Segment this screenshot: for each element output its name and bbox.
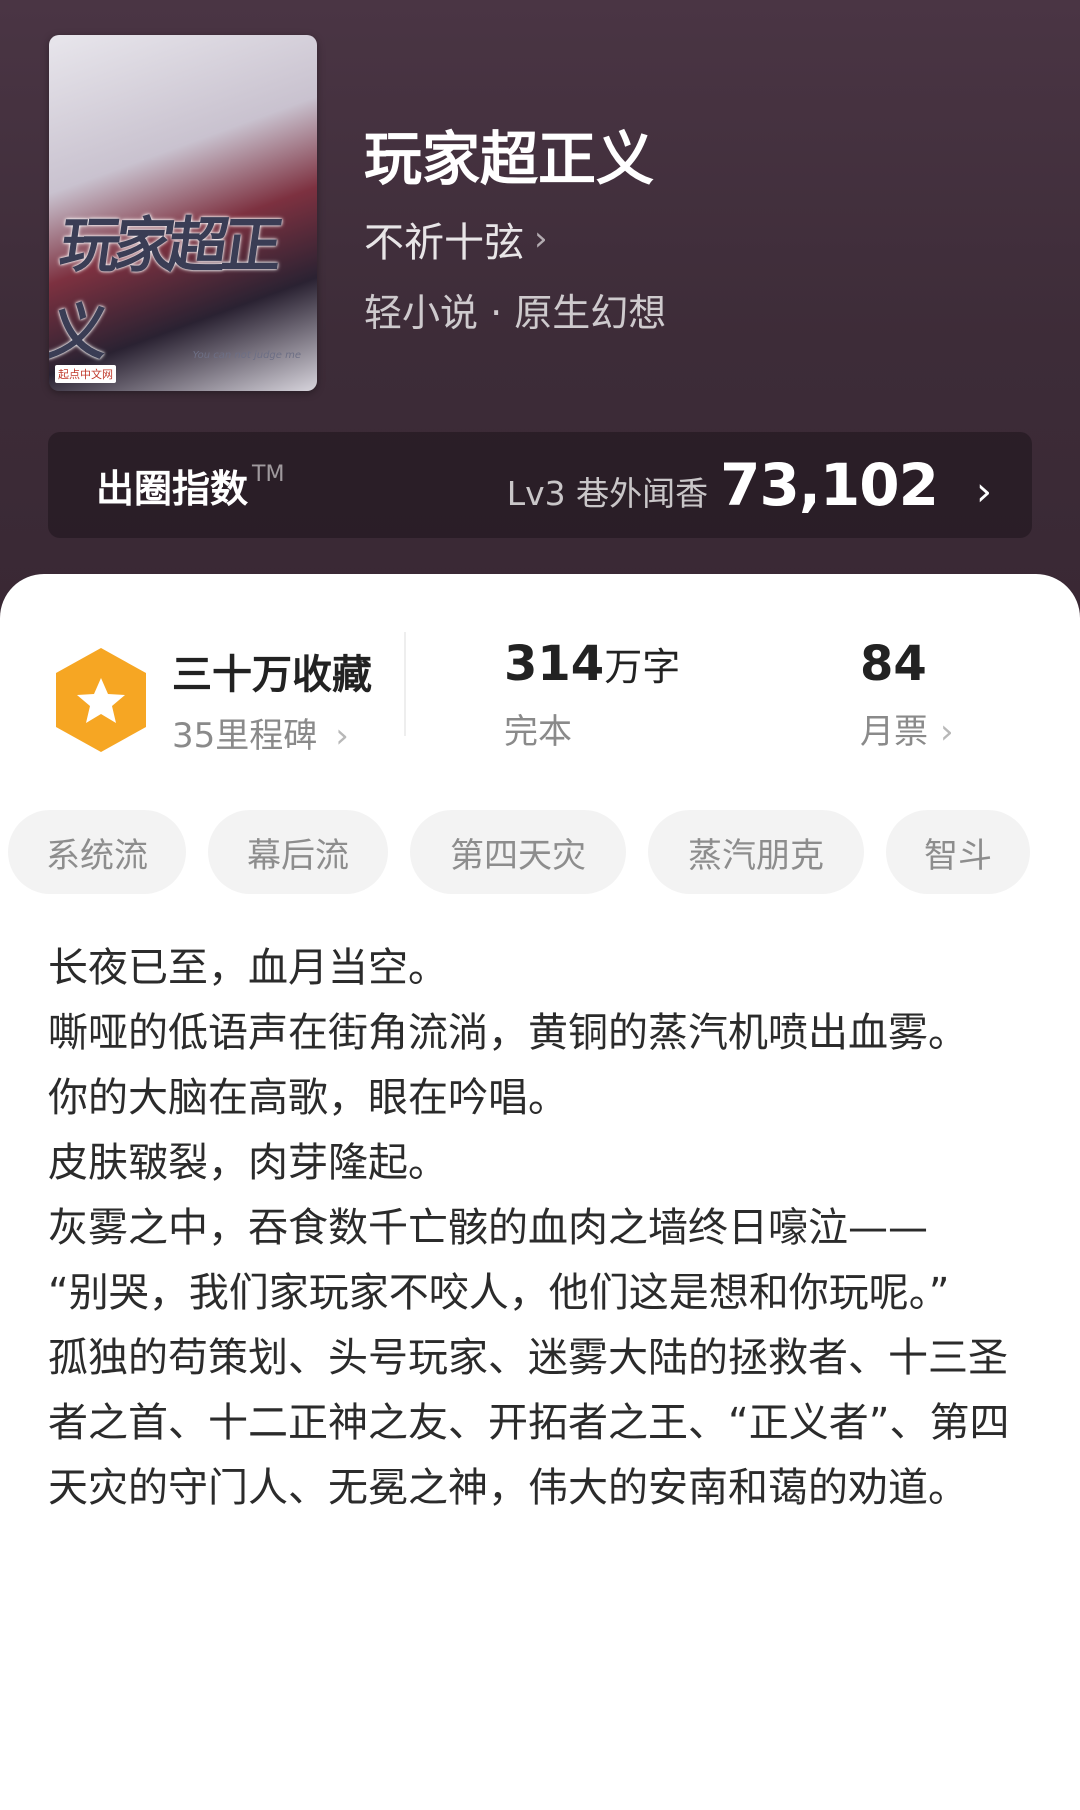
trademark-mark: TM [252,462,285,487]
description-line: 灰雾之中，吞食数千亡骸的血肉之墙终日嚎泣—— [48,1205,928,1251]
chevron-right-icon: › [335,716,349,756]
monthly-votes-label: 月票 [860,712,928,752]
word-count-stat: 314万字 完本 [504,636,680,753]
tag-chip[interactable]: 蒸汽朋克 [648,810,864,894]
influence-score: 73,102 [720,451,939,519]
stat-divider [404,632,406,736]
tag-chip[interactable]: 系统流 [8,810,186,894]
word-count-value: 314 [504,636,605,692]
influence-index-bar[interactable]: 出圈指数 TM Lv3 巷外闻香 73,102 › [48,432,1032,538]
tag-chip[interactable]: 幕后流 [208,810,388,894]
influence-label: 出圈指数 [96,466,249,511]
genre-label: 轻小说 · 原生幻想 [364,291,667,335]
chevron-right-icon: › [534,219,548,259]
author-link[interactable]: 不祈十弦 › [364,210,548,268]
word-count-unit: 万字 [604,645,681,689]
milestone-count: 35里程碑 [172,716,318,756]
influence-level: Lv3 巷外闻香 [506,474,709,513]
chevron-right-icon: › [940,712,954,752]
description-line: “别哭，我们家玩家不咬人，他们这是想和你玩呢。” [48,1270,950,1316]
description-line: 孤独的苟策划、头号玩家、迷雾大陆的拯救者、十三圣者之首、十二正神之友、开拓者之王… [48,1335,1010,1511]
description-line: 皮肤皲裂，肉芽隆起。 [48,1140,448,1186]
collection-title: 三十万收藏 [172,652,372,698]
star-hexagon-icon [52,645,150,755]
monthly-votes-value: 84 [860,636,927,692]
description-line: 你的大脑在高歌，眼在吟唱。 [48,1075,568,1121]
tag-list: 系统流 幕后流 第四天灾 蒸汽朋克 智斗 [8,810,1080,894]
completion-status: 完本 [504,712,572,752]
cover-subtitle: You can not judge me [192,350,301,361]
book-title: 玩家超正义 [364,125,655,193]
cover-publisher-logo: 起点中文网 [55,365,116,383]
chevron-right-icon: › [976,469,992,515]
book-description: 长夜已至，血月当空。 嘶哑的低语声在街角流淌，黄铜的蒸汽机喷出血雾。 你的大脑在… [48,936,1028,1521]
collection-milestone[interactable]: 三十万收藏 35里程碑 › [52,642,372,757]
tag-chip[interactable]: 第四天灾 [410,810,626,894]
description-line: 嘶哑的低语声在街角流淌，黄铜的蒸汽机喷出血雾。 [48,1010,968,1056]
author-name: 不祈十弦 [364,220,524,266]
cover-title-art: 玩家超正义 [49,211,282,368]
book-cover[interactable]: 玩家超正义 You can not judge me 起点中文网 [49,35,317,391]
tag-chip[interactable]: 智斗 [886,810,1030,894]
description-line: 长夜已至，血月当空。 [48,945,448,991]
monthly-votes-stat[interactable]: 84 月票 › [860,636,954,753]
